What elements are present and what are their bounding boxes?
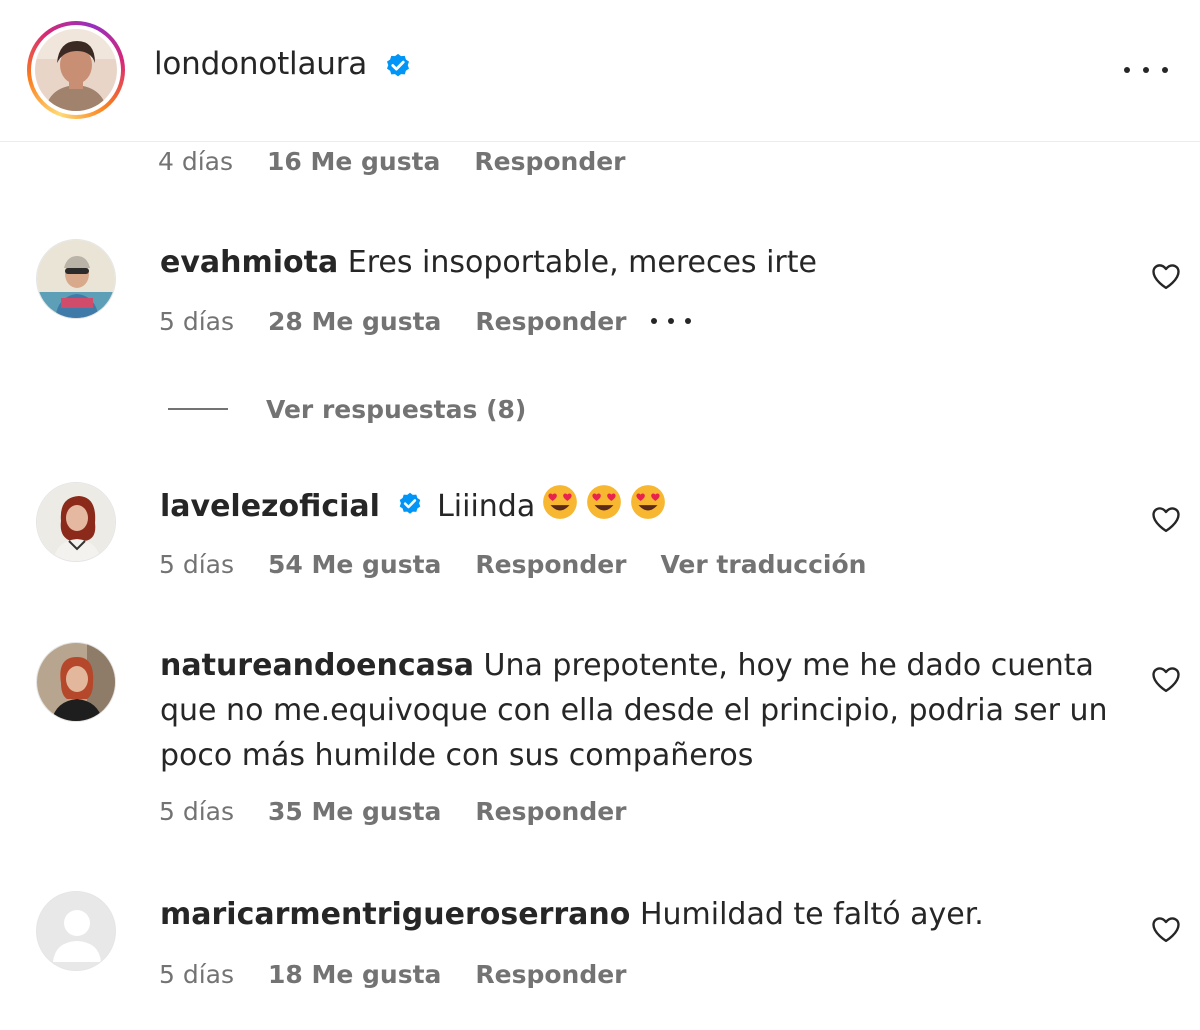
dot [651,318,657,324]
comment-text: Humildad te faltó ayer. [639,897,984,932]
avatar[interactable] [36,891,116,971]
dot [1124,67,1130,73]
dot [668,318,674,324]
comment-text: Eres insoportable, mereces irte [347,245,817,280]
comment-text-line: Una prepotente, hoy me he dado cuenta [483,648,1094,683]
view-replies-label: Ver respuestas (8) [266,394,527,424]
more-options-button[interactable] [1124,60,1168,80]
comment-options-button[interactable] [651,316,691,326]
reply-button[interactable]: Responder [475,960,626,989]
like-heart-icon[interactable] [1151,915,1181,943]
avatar[interactable] [35,29,117,111]
verified-badge-icon [383,52,413,86]
heart-eyes-emoji-icon [585,483,623,521]
view-replies-button[interactable]: Ver respuestas (8) [168,392,526,426]
instagram-comments-panel: londonotlaura 4 días 16 Me gusta Respond… [0,0,1200,1030]
post-author-username[interactable]: londonotlaura [154,46,367,82]
comment-time[interactable]: 5 días [159,960,234,989]
comment-username[interactable]: natureandoencasa [160,648,474,683]
reply-button[interactable]: Responder [475,797,626,826]
like-heart-icon[interactable] [1151,505,1181,533]
avatar[interactable] [36,642,116,722]
comment-time[interactable]: 5 días [159,797,234,826]
comment-likes[interactable]: 35 Me gusta [268,797,441,826]
like-heart-icon[interactable] [1151,665,1181,693]
comment-meta: 5 días 18 Me gusta Responder [159,960,627,989]
heart-eyes-emoji-icon [541,483,579,521]
heart-eyes-emoji-icon [629,483,667,521]
see-translation-button[interactable]: Ver traducción [660,550,866,579]
comment-body: lavelezoficial Liiinda [160,483,667,532]
comment-meta: 5 días 54 Me gusta Responder Ver traducc… [159,550,866,579]
reply-button[interactable]: Responder [474,147,625,176]
comment-username[interactable]: lavelezoficial [160,489,380,524]
comment-meta: 5 días 35 Me gusta Responder [159,797,627,826]
comment-meta: 4 días 16 Me gusta Responder [158,147,626,176]
comment-likes[interactable]: 54 Me gusta [268,550,441,579]
comment-body: maricarmentrigueroserrano Humildad te fa… [160,892,984,937]
avatar[interactable] [36,239,116,319]
verified-badge-icon [396,487,424,532]
post-header: londonotlaura [0,0,1200,142]
comment-body: natureandoencasa Una prepotente, hoy me … [160,643,1108,778]
comment-username[interactable]: maricarmentrigueroserrano [160,897,630,932]
dot [1162,67,1168,73]
comment-meta: 5 días 28 Me gusta Responder [159,307,627,336]
dot [1143,67,1149,73]
comment-text-line: que no me.equivoque con ella desde el pr… [160,693,1108,728]
comment-text-line: poco más humilde con sus compañeros [160,738,754,773]
comment-likes[interactable]: 16 Me gusta [267,147,440,176]
comment-likes[interactable]: 28 Me gusta [268,307,441,336]
comment-time[interactable]: 5 días [159,307,234,336]
reply-button[interactable]: Responder [475,550,626,579]
comment-body: evahmiota Eres insoportable, mereces irt… [160,240,817,285]
replies-divider [168,408,228,410]
avatar[interactable] [36,482,116,562]
comment-text: Liiinda [437,489,536,524]
like-heart-icon[interactable] [1151,262,1181,290]
comment-time[interactable]: 5 días [159,550,234,579]
dot [685,318,691,324]
reply-button[interactable]: Responder [475,307,626,336]
comment-time[interactable]: 4 días [158,147,233,176]
comment-likes[interactable]: 18 Me gusta [268,960,441,989]
comment-username[interactable]: evahmiota [160,245,338,280]
